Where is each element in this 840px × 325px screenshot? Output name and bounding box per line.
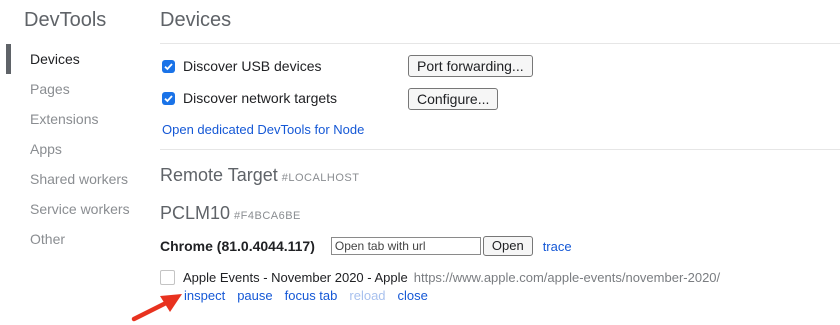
target-checkbox[interactable] bbox=[160, 270, 175, 285]
device-heading: PCLM10 #F4BCA6BE bbox=[160, 203, 301, 224]
device-serial: #F4BCA6BE bbox=[234, 210, 301, 222]
sidebar-item-pages[interactable]: Pages bbox=[0, 74, 145, 104]
port-forwarding-button[interactable]: Port forwarding... bbox=[408, 55, 533, 77]
target-url: https://www.apple.com/apple-events/novem… bbox=[413, 270, 721, 285]
sidebar-list: Devices Pages Extensions Apps Shared wor… bbox=[0, 44, 145, 254]
reload-link: reload bbox=[349, 288, 386, 303]
device-title: PCLM10 bbox=[160, 203, 231, 223]
checkmark-icon bbox=[164, 62, 173, 70]
remote-target-heading: Remote Target #LOCALHOST bbox=[160, 165, 359, 186]
discover-usb-row: Discover USB devices bbox=[162, 58, 322, 74]
remote-target-subtitle: #LOCALHOST bbox=[281, 172, 360, 184]
discover-usb-checkbox[interactable] bbox=[162, 59, 175, 73]
trace-link[interactable]: trace bbox=[543, 239, 572, 254]
sidebar-item-shared-workers[interactable]: Shared workers bbox=[0, 164, 145, 194]
target-actions: inspect pause focus tab reload close bbox=[184, 288, 428, 303]
sidebar: DevTools Devices Pages Extensions Apps S… bbox=[0, 0, 145, 325]
sidebar-title: DevTools bbox=[24, 9, 107, 31]
annotation-arrow-icon bbox=[131, 294, 182, 322]
sidebar-item-other[interactable]: Other bbox=[0, 224, 145, 254]
focus-tab-link[interactable]: focus tab bbox=[285, 288, 338, 303]
discover-usb-label: Discover USB devices bbox=[183, 58, 322, 74]
discover-network-label: Discover network targets bbox=[183, 90, 338, 106]
pause-link[interactable]: pause bbox=[237, 288, 272, 303]
browser-name: Chrome (81.0.4044.117) bbox=[160, 238, 315, 254]
inspect-link[interactable]: inspect bbox=[184, 288, 225, 303]
open-node-devtools-link[interactable]: Open dedicated DevTools for Node bbox=[162, 122, 364, 137]
checkmark-icon bbox=[164, 94, 173, 102]
sidebar-item-apps[interactable]: Apps bbox=[0, 134, 145, 164]
title-divider bbox=[160, 43, 840, 44]
open-tab-url-input[interactable] bbox=[330, 237, 481, 255]
browser-row: Chrome (81.0.4044.117) Open trace bbox=[160, 236, 572, 256]
sidebar-item-devices[interactable]: Devices bbox=[0, 44, 145, 74]
discover-network-row: Discover network targets bbox=[162, 90, 337, 106]
target-title: Apple Events - November 2020 - Apple bbox=[183, 270, 408, 285]
remote-target-title: Remote Target bbox=[160, 165, 278, 185]
close-link[interactable]: close bbox=[398, 288, 428, 303]
sidebar-item-service-workers[interactable]: Service workers bbox=[0, 194, 145, 224]
target-row: Apple Events - November 2020 - Apple htt… bbox=[160, 270, 720, 285]
page-title: Devices bbox=[160, 9, 232, 31]
sidebar-item-extensions[interactable]: Extensions bbox=[0, 104, 145, 134]
main-panel: Devices Discover USB devices Port forwar… bbox=[160, 0, 840, 325]
open-button[interactable]: Open bbox=[482, 236, 533, 256]
discover-network-checkbox[interactable] bbox=[162, 91, 175, 105]
configure-button[interactable]: Configure... bbox=[408, 88, 499, 110]
section-divider bbox=[160, 149, 840, 150]
